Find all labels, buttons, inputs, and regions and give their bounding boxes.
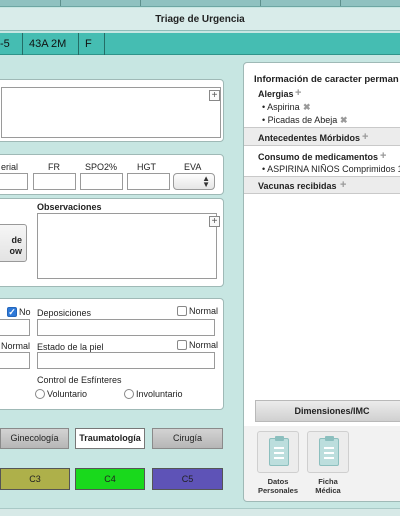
category-c3-button[interactable]: C3 — [0, 468, 70, 490]
examen-panel: ✓ No Deposiciones Normal Normal Estado d… — [0, 298, 224, 410]
cirugia-button[interactable]: Cirugía — [152, 428, 223, 449]
deposiciones-normal-checkbox[interactable] — [177, 306, 187, 316]
side-action-button[interactable]: de ow — [0, 224, 27, 262]
add-motivo-button[interactable]: + — [209, 90, 220, 101]
deposiciones-normal-label: Normal — [189, 306, 219, 316]
piel-input[interactable] — [37, 352, 215, 369]
side-action-line1: de — [11, 235, 22, 245]
category-c4-button[interactable]: C4 — [75, 468, 145, 490]
ginecologia-button[interactable]: Ginecología — [0, 428, 69, 449]
side-action-line2: ow — [9, 246, 23, 256]
piel-label: Estado de la piel — [37, 342, 104, 352]
dimensiones-imc-button[interactable]: Dimensiones/IMC — [255, 400, 400, 422]
no-label: No — [19, 307, 31, 317]
remove-alergia-1-icon[interactable]: ✖ — [340, 115, 348, 126]
add-antecedente-icon[interactable]: + — [362, 131, 368, 143]
left-normal-label: Normal — [1, 341, 31, 351]
right-panel-header: Información de caracter perman — [254, 74, 399, 85]
piel-normal-label: Normal — [189, 340, 219, 350]
voluntario-radio[interactable] — [35, 389, 45, 399]
page-title: Triage de Urgencia — [0, 8, 400, 31]
medicamento-item-0: ASPIRINA NIÑOS Comprimidos 1 — [267, 164, 400, 174]
ficha-medica-button[interactable] — [307, 431, 349, 473]
vital-fr-input[interactable] — [33, 173, 76, 190]
vital-eva-select[interactable]: ▲ ▼ — [173, 173, 215, 190]
datos-personales-button[interactable] — [257, 431, 299, 473]
clipboard-icon — [319, 436, 339, 466]
patient-info-bar: -5 43A 2M F — [0, 33, 400, 55]
involuntario-radio[interactable] — [124, 389, 134, 399]
add-observacion-button[interactable]: + — [209, 216, 220, 227]
patient-sex: F — [79, 33, 105, 55]
left-field-2[interactable] — [0, 352, 30, 369]
vital-hgt-label: HGT — [137, 162, 156, 172]
bottom-strip — [0, 508, 400, 516]
voluntario-label: Voluntario — [47, 389, 88, 399]
right-info-panel: Información de caracter perman Alergias … — [243, 62, 400, 502]
clipboard-icon — [269, 436, 289, 466]
traumatologia-button[interactable]: Traumatología — [75, 428, 145, 449]
involuntario-label: Involuntario — [136, 389, 183, 399]
vital-spo2-input[interactable] — [80, 173, 123, 190]
category-c5-button[interactable]: C5 — [152, 468, 223, 490]
alergia-item-1: Picadas de Abeja — [267, 115, 338, 125]
observaciones-label: Observaciones — [37, 202, 102, 212]
select-arrows-icon: ▲ ▼ — [202, 174, 210, 189]
vital-arterial-input[interactable] — [0, 173, 28, 190]
deposiciones-input[interactable] — [37, 319, 215, 336]
vitals-panel: erial FR SPO2% HGT EVA ▲ ▼ — [0, 154, 224, 195]
esfinteres-label: Control de Esfínteres — [37, 375, 122, 385]
left-field-1[interactable] — [0, 319, 30, 336]
patient-id: -5 — [0, 33, 23, 55]
top-toolbar-strip — [0, 0, 400, 7]
vital-fr-label: FR — [48, 162, 60, 172]
motivo-textarea[interactable] — [1, 87, 221, 138]
datos-personales-caption: Datos Personales — [257, 477, 299, 495]
deposiciones-label: Deposiciones — [37, 308, 92, 318]
piel-normal-checkbox[interactable] — [177, 340, 187, 350]
vital-arterial-label: erial — [1, 162, 19, 172]
vital-spo2-label: SPO2% — [85, 162, 118, 172]
alergias-label: Alergias — [258, 89, 294, 99]
vacunas-label: Vacunas recibidas — [258, 181, 337, 191]
vital-hgt-input[interactable] — [127, 173, 170, 190]
antecedentes-label: Antecedentes Mórbidos — [258, 133, 361, 143]
observaciones-textarea[interactable] — [37, 213, 217, 279]
medicamentos-label: Consumo de medicamentos — [258, 152, 379, 162]
add-vacuna-icon[interactable]: + — [340, 179, 346, 191]
motivo-panel: + — [0, 79, 224, 142]
observaciones-panel: de ow Observaciones + — [0, 198, 224, 287]
no-checkbox[interactable]: ✓ — [7, 307, 17, 317]
add-alergia-icon[interactable]: + — [295, 87, 301, 99]
add-medicamento-icon[interactable]: + — [380, 150, 386, 162]
remove-alergia-0-icon[interactable]: ✖ — [303, 102, 311, 113]
ficha-medica-caption: Ficha Médica — [315, 477, 341, 495]
patient-age: 43A 2M — [23, 33, 79, 55]
alergia-item-0: Aspirina — [267, 102, 300, 112]
vital-eva-label: EVA — [184, 162, 202, 172]
